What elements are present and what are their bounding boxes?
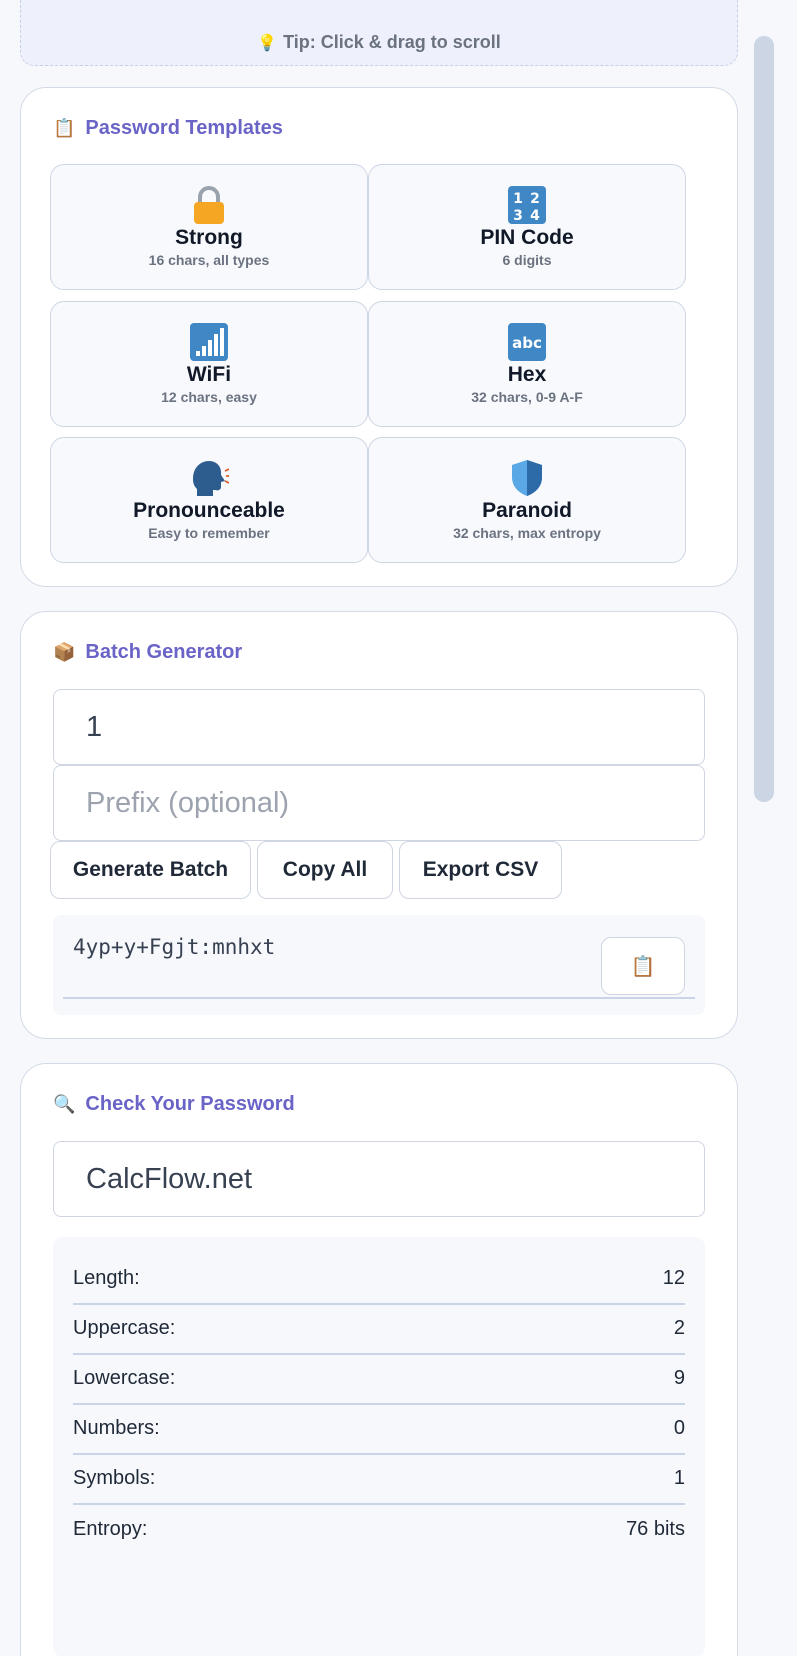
svg-text:2: 2 [530, 191, 540, 207]
templates-title: 📋 Password Templates [53, 117, 283, 140]
check-title: 🔍 Check Your Password [53, 1093, 295, 1116]
stat-row-numbers: Numbers: 0 [73, 1403, 685, 1455]
template-desc: 32 chars, max entropy [453, 525, 601, 541]
template-desc: 6 digits [502, 252, 552, 268]
check-card: 🔍 Check Your Password Length: 12 Upperca… [20, 1063, 738, 1656]
numbers-icon: 1 2 3 4 [507, 185, 547, 225]
stat-value: 9 [673, 1366, 685, 1389]
generated-password: 4yp+y+Fgjt:mnhxt [73, 935, 276, 959]
stat-label: Length: [73, 1266, 140, 1289]
template-pronounceable[interactable]: Pronounceable Easy to remember [50, 437, 368, 563]
stat-value: 76 bits [626, 1517, 685, 1540]
check-password-input[interactable] [53, 1141, 705, 1217]
template-desc: 16 chars, all types [148, 252, 270, 268]
svg-text:1: 1 [513, 191, 523, 207]
template-desc: 32 chars, 0-9 A-F [471, 389, 583, 405]
stat-value: 2 [673, 1316, 685, 1339]
stat-row-lowercase: Lowercase: 9 [73, 1353, 685, 1405]
template-pin-code[interactable]: 1 2 3 4 PIN Code 6 digits [368, 164, 686, 290]
batch-title: 📦 Batch Generator [53, 641, 242, 664]
stat-label: Numbers: [73, 1416, 160, 1439]
batch-card: 📦 Batch Generator Generate Batch Copy Al… [20, 611, 738, 1039]
templates-card: 📋 Password Templates Strong 16 chars, al… [20, 87, 738, 587]
generate-batch-button[interactable]: Generate Batch [50, 841, 251, 899]
stat-row-symbols: Symbols: 1 [73, 1453, 685, 1505]
template-name: Pronounceable [133, 499, 285, 522]
template-wifi[interactable]: WiFi 12 chars, easy [50, 301, 368, 427]
package-icon: 📦 [53, 642, 76, 662]
template-paranoid[interactable]: Paranoid 32 chars, max entropy [368, 437, 686, 563]
speaking-head-icon [189, 458, 229, 498]
tip-banner: 💡 Tip: Click & drag to scroll [20, 0, 738, 66]
signal-bars-icon [189, 322, 229, 362]
templates-title-text: Password Templates [85, 117, 283, 139]
template-name: Strong [175, 226, 243, 249]
template-name: Hex [507, 363, 547, 386]
batch-title-text: Batch Generator [85, 641, 243, 663]
magnifier-icon: 🔍 [53, 1094, 76, 1114]
stat-value: 12 [662, 1266, 685, 1289]
batch-actions: Generate Batch Copy All Export CSV [50, 841, 710, 899]
template-desc: Easy to remember [148, 525, 270, 541]
stat-label: Entropy: [73, 1517, 148, 1540]
password-stats: Length: 12 Uppercase: 2 Lowercase: 9 Num… [53, 1237, 705, 1656]
scrollbar-thumb[interactable] [754, 36, 774, 802]
lock-icon [189, 185, 229, 225]
result-divider [63, 997, 695, 999]
stat-value: 1 [673, 1466, 685, 1489]
copy-password-button[interactable]: 📋 [601, 937, 685, 995]
abc-icon: abc [507, 322, 547, 362]
stat-value: 0 [673, 1416, 685, 1439]
batch-prefix-input[interactable] [53, 765, 705, 841]
copy-all-button[interactable]: Copy All [257, 841, 393, 899]
batch-count-input[interactable] [53, 689, 705, 765]
template-name: WiFi [186, 363, 232, 386]
svg-text:3: 3 [513, 208, 523, 224]
lightbulb-icon: 💡 [257, 35, 278, 52]
template-name: PIN Code [480, 226, 574, 249]
tip-text: Tip: Click & drag to scroll [283, 32, 501, 52]
stat-label: Lowercase: [73, 1366, 176, 1389]
export-csv-button[interactable]: Export CSV [399, 841, 562, 899]
template-desc: 12 chars, easy [161, 389, 257, 405]
template-name: Paranoid [482, 499, 572, 522]
batch-result: 4yp+y+Fgjt:mnhxt 📋 [53, 915, 705, 1015]
stat-label: Symbols: [73, 1466, 156, 1489]
clipboard-icon: 📋 [630, 955, 656, 978]
check-title-text: Check Your Password [85, 1093, 295, 1115]
shield-icon [507, 458, 547, 498]
svg-text:4: 4 [530, 208, 540, 224]
template-hex[interactable]: abc Hex 32 chars, 0-9 A-F [368, 301, 686, 427]
scrollbar-track[interactable] [752, 30, 776, 1640]
stat-row-entropy: Entropy: 76 bits [73, 1503, 685, 1555]
stat-row-uppercase: Uppercase: 2 [73, 1303, 685, 1355]
stat-label: Uppercase: [73, 1316, 176, 1339]
clipboard-icon: 📋 [53, 118, 76, 138]
svg-text:abc: abc [512, 334, 542, 352]
template-strong[interactable]: Strong 16 chars, all types [50, 164, 368, 290]
stat-row-length: Length: 12 [73, 1253, 685, 1305]
page: 💡 Tip: Click & drag to scroll 📋 Password… [0, 0, 797, 1656]
